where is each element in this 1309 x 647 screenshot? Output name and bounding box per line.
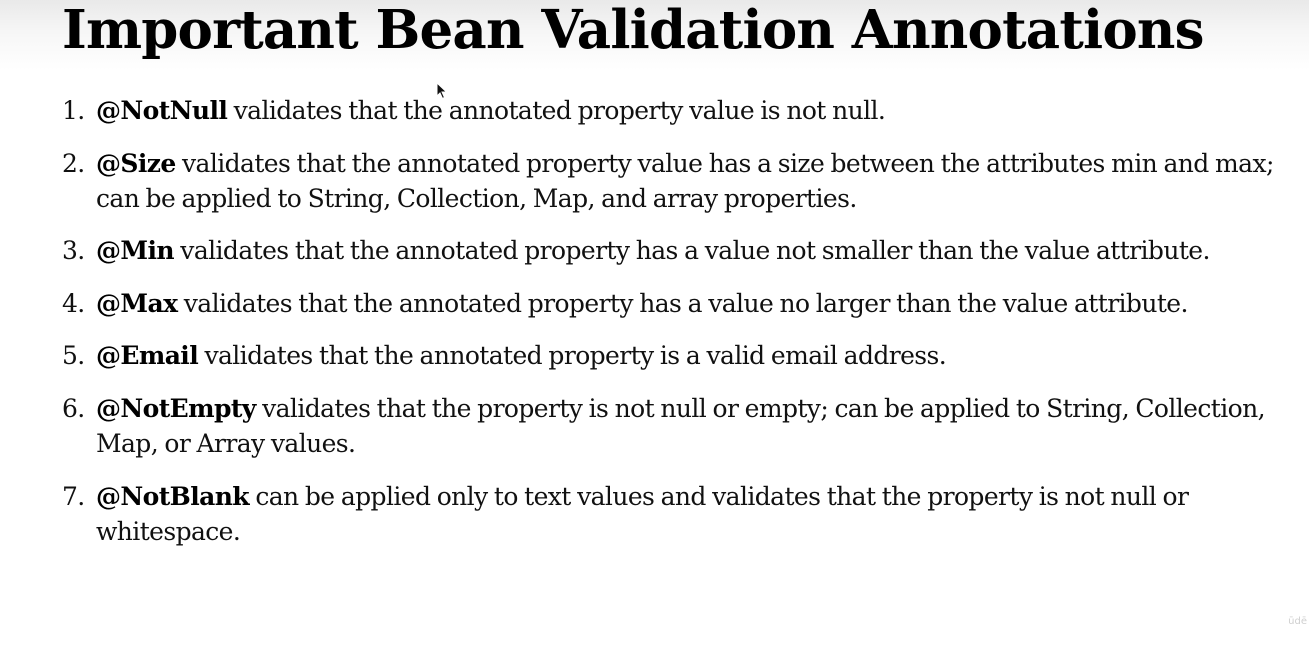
- item-number: 6.: [62, 393, 85, 423]
- item-number: 1.: [62, 96, 85, 125]
- annotation-name: @Min: [96, 236, 175, 266]
- mouse-pointer-icon: [436, 82, 448, 100]
- watermark: ūdē: [1288, 616, 1307, 627]
- list-item: 5. @Email validates that the annotated pr…: [62, 338, 1302, 373]
- annotation-description: validates that the annotated property va…: [96, 148, 1274, 213]
- annotation-list: 1. @NotNull validates that the annotated …: [62, 93, 1302, 566]
- slide-title: Important Bean Validation Annotations: [62, 0, 1204, 61]
- list-item: 2. @Size validates that the annotated pro…: [62, 146, 1302, 216]
- annotation-name: @Max: [96, 288, 178, 318]
- list-item: 7. @NotBlank can be applied only to text …: [62, 479, 1302, 549]
- item-number: 2.: [62, 148, 85, 178]
- annotation-description: validates that the annotated property va…: [227, 96, 886, 125]
- list-item: 3. @Min validates that the annotated prop…: [62, 233, 1302, 268]
- annotation-description: can be applied only to text values and v…: [96, 481, 1189, 546]
- annotation-name: @NotEmpty: [96, 393, 256, 423]
- item-number: 3.: [62, 236, 85, 266]
- item-number: 7.: [62, 481, 85, 511]
- annotation-description: validates that the property is not null …: [96, 393, 1266, 458]
- annotation-name: @Size: [96, 148, 176, 178]
- annotation-name: @NotNull: [96, 96, 228, 125]
- list-item: 4. @Max validates that the annotated prop…: [62, 286, 1302, 321]
- item-number: 5.: [62, 341, 85, 371]
- list-item: 6. @NotEmpty validates that the property …: [62, 391, 1302, 461]
- annotation-name: @Email: [96, 341, 199, 371]
- annotation-description: validates that the annotated property ha…: [177, 288, 1189, 318]
- annotation-name: @NotBlank: [96, 481, 250, 511]
- list-item: 1. @NotNull validates that the annotated …: [62, 93, 1302, 128]
- item-number: 4.: [62, 288, 85, 318]
- annotation-description: validates that the annotated property is…: [198, 341, 947, 371]
- annotation-description: validates that the annotated property ha…: [173, 236, 1210, 266]
